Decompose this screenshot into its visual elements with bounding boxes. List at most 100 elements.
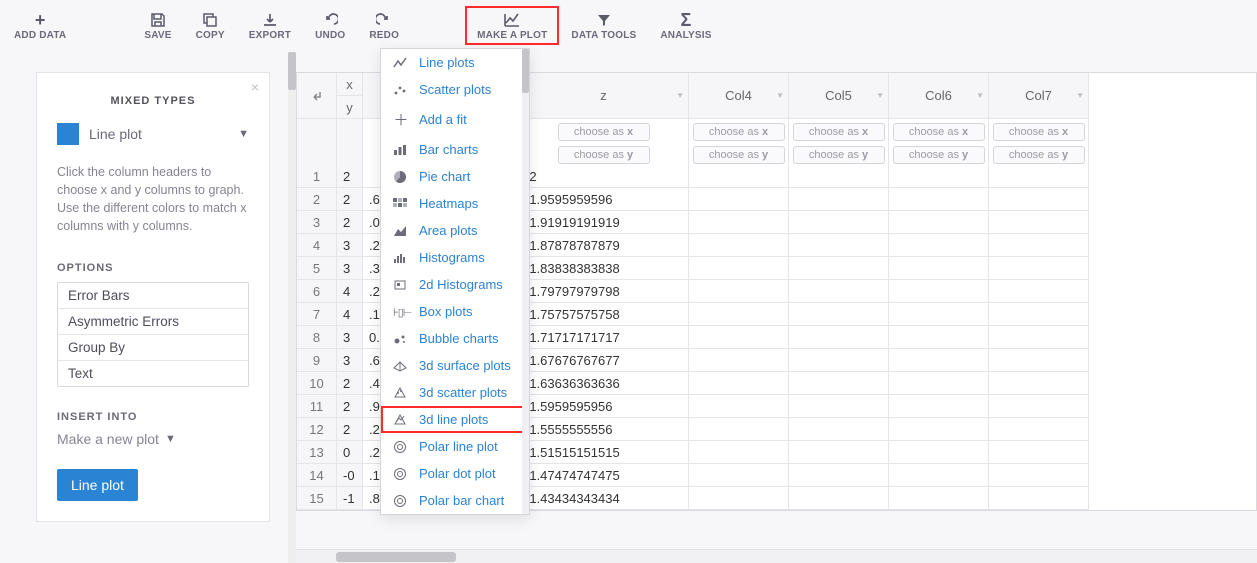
cell-col6-14[interactable] [889, 464, 989, 487]
cell-z-12[interactable]: -1.5555555556 [519, 418, 689, 441]
cell-col6-11[interactable] [889, 395, 989, 418]
cell-col5-6[interactable] [789, 280, 889, 303]
menu-scrollbar[interactable] [522, 49, 529, 514]
row-number[interactable]: 4 [297, 234, 337, 257]
cell-col4-12[interactable] [689, 418, 789, 441]
cell-col6-3[interactable] [889, 211, 989, 234]
cell-col4-2[interactable] [689, 188, 789, 211]
cell-col7-13[interactable] [989, 441, 1089, 464]
cell-col5-14[interactable] [789, 464, 889, 487]
option-asymmetric-errors[interactable]: Asymmetric Errors [58, 309, 248, 335]
plot-menu-item-heatmaps[interactable]: Heatmaps [381, 190, 529, 217]
cell-x-8[interactable]: 3 [337, 326, 363, 349]
cell-col4-15[interactable] [689, 487, 789, 510]
plot-menu-item-polar-bar-chart[interactable]: Polar bar chart [381, 487, 529, 514]
cell-x-10[interactable]: 2 [337, 372, 363, 395]
option-error-bars[interactable]: Error Bars [58, 283, 248, 309]
cell-col6-1[interactable] [889, 165, 989, 188]
cell-z-10[interactable]: -1.63636363636 [519, 372, 689, 395]
cell-x-14[interactable]: -0 [337, 464, 363, 487]
row-number[interactable]: 8 [297, 326, 337, 349]
cell-col7-4[interactable] [989, 234, 1089, 257]
cell-col6-2[interactable] [889, 188, 989, 211]
option-group-by[interactable]: Group By [58, 335, 248, 361]
row-number[interactable]: 2 [297, 188, 337, 211]
corner-cell[interactable] [297, 73, 337, 119]
cell-col5-2[interactable] [789, 188, 889, 211]
cell-col4-13[interactable] [689, 441, 789, 464]
cell-x-12[interactable]: 2 [337, 418, 363, 441]
cell-col4-3[interactable] [689, 211, 789, 234]
cell-col5-13[interactable] [789, 441, 889, 464]
cell-x-15[interactable]: -1 [337, 487, 363, 510]
cell-z-6[interactable]: -1.79797979798 [519, 280, 689, 303]
cell-col6-8[interactable] [889, 326, 989, 349]
export-button[interactable]: EXPORT [237, 6, 303, 45]
plot-menu-item-add-a-fit[interactable]: ＋Add a fit [381, 103, 529, 136]
cell-col4-11[interactable] [689, 395, 789, 418]
col-header-z[interactable]: z▼ [519, 73, 689, 119]
row-number[interactable]: 3 [297, 211, 337, 234]
cell-z-7[interactable]: -1.75757575758 [519, 303, 689, 326]
plot-menu-item-3d-line-plots[interactable]: 3d line plots [381, 406, 529, 433]
cell-z-11[interactable]: -1.5959595956 [519, 395, 689, 418]
cell-z-4[interactable]: -1.87878787879 [519, 234, 689, 257]
row-number[interactable]: 15 [297, 487, 337, 510]
cell-col7-7[interactable] [989, 303, 1089, 326]
option-text[interactable]: Text [58, 361, 248, 386]
cell-z-2[interactable]: -1.9595959596 [519, 188, 689, 211]
make-a-plot-button[interactable]: MAKE A PLOT [465, 6, 559, 45]
save-button[interactable]: SAVE [132, 6, 183, 45]
cell-x-11[interactable]: 2 [337, 395, 363, 418]
line-plot-button[interactable]: Line plot [57, 469, 138, 501]
horizontal-scrollbar[interactable] [296, 549, 1257, 563]
cell-x-3[interactable]: 2 [337, 211, 363, 234]
row-number[interactable]: 14 [297, 464, 337, 487]
cell-col6-4[interactable] [889, 234, 989, 257]
cell-col4-4[interactable] [689, 234, 789, 257]
cell-z-14[interactable]: -1.47474747475 [519, 464, 689, 487]
insert-into-selector[interactable]: Make a new plot ▼ [57, 431, 249, 447]
axis-x-header[interactable]: x [337, 73, 363, 96]
cell-col7-1[interactable] [989, 165, 1089, 188]
cell-col4-9[interactable] [689, 349, 789, 372]
cell-col7-2[interactable] [989, 188, 1089, 211]
cell-col5-11[interactable] [789, 395, 889, 418]
col-header-Col6[interactable]: Col6▼ [889, 73, 989, 119]
cell-col7-10[interactable] [989, 372, 1089, 395]
cell-col6-13[interactable] [889, 441, 989, 464]
plot-menu-item-histograms[interactable]: Histograms [381, 244, 529, 271]
cell-z-5[interactable]: -1.83838383838 [519, 257, 689, 280]
cell-col5-4[interactable] [789, 234, 889, 257]
plot-menu-item-2d-histograms[interactable]: 2d Histograms [381, 271, 529, 298]
cell-col6-10[interactable] [889, 372, 989, 395]
cell-col5-12[interactable] [789, 418, 889, 441]
col-header-Col5[interactable]: Col5▼ [789, 73, 889, 119]
close-icon[interactable]: × [251, 79, 259, 95]
cell-col5-9[interactable] [789, 349, 889, 372]
plot-type-selector[interactable]: Line plot ▼ [57, 123, 249, 145]
cell-z-13[interactable]: -1.51515151515 [519, 441, 689, 464]
cell-col7-3[interactable] [989, 211, 1089, 234]
cell-x-13[interactable]: 0 [337, 441, 363, 464]
cell-col5-15[interactable] [789, 487, 889, 510]
add-data-button[interactable]: + ADD DATA [2, 6, 78, 45]
cell-col7-15[interactable] [989, 487, 1089, 510]
plot-menu-item-3d-surface-plots[interactable]: 3d surface plots [381, 352, 529, 379]
plot-menu-item-3d-scatter-plots[interactable]: 3d scatter plots [381, 379, 529, 406]
cell-col7-6[interactable] [989, 280, 1089, 303]
plot-menu-item-area-plots[interactable]: Area plots [381, 217, 529, 244]
cell-col4-8[interactable] [689, 326, 789, 349]
cell-col4-14[interactable] [689, 464, 789, 487]
undo-button[interactable]: UNDO [303, 6, 357, 45]
sidebar-scrollbar[interactable] [288, 52, 296, 563]
cell-col4-10[interactable] [689, 372, 789, 395]
plot-menu-item-polar-line-plot[interactable]: Polar line plot [381, 433, 529, 460]
cell-z-8[interactable]: -1.71717171717 [519, 326, 689, 349]
cell-x-6[interactable]: 4 [337, 280, 363, 303]
cell-col6-9[interactable] [889, 349, 989, 372]
plot-menu-item-bubble-charts[interactable]: Bubble charts [381, 325, 529, 352]
cell-col4-1[interactable] [689, 165, 789, 188]
col-header-Col7[interactable]: Col7▼ [989, 73, 1089, 119]
cell-col6-6[interactable] [889, 280, 989, 303]
